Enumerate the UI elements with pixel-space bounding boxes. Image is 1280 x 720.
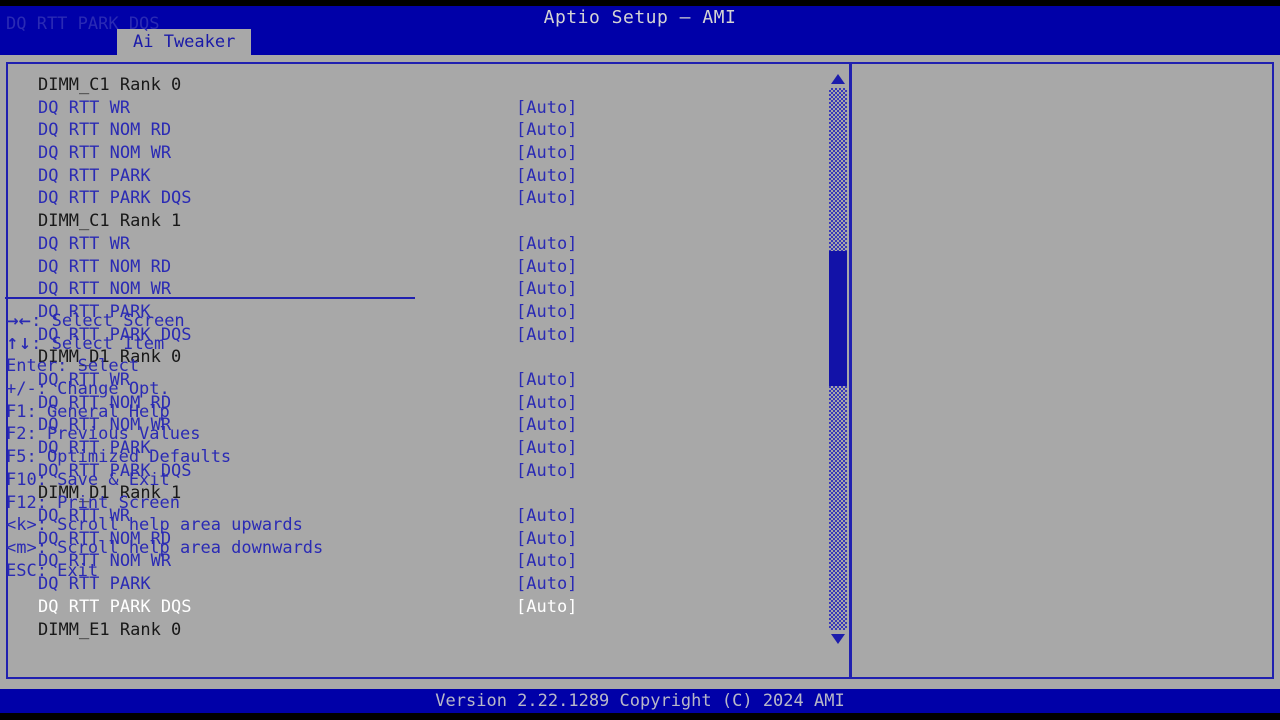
settings-row-label: DQ RTT NOM WR [38,143,172,164]
legend-row: Enter: Select [6,355,418,378]
settings-row[interactable]: DQ RTT PARK [Auto] [32,165,822,188]
settings-row-label: DQ RTT NOM RD [38,120,172,141]
help-panel [852,62,1274,679]
settings-row-value[interactable]: [Auto] [516,278,577,301]
legend-text: F10: Save & Exit [6,469,170,490]
settings-row-value[interactable]: [Auto] [516,573,577,596]
settings-row[interactable]: DQ RTT WR [Auto] [32,233,822,256]
settings-row-value[interactable]: [Auto] [516,256,577,279]
settings-row-value[interactable]: [Auto] [516,414,577,437]
settings-row-label: DQ RTT WR [38,97,131,118]
settings-row-value[interactable]: [Auto] [516,460,577,483]
legend-text: ESC: Exit [6,560,99,581]
settings-row-label: DQ RTT PARK [38,165,151,186]
legend-row: F2: Previous Values [6,423,418,446]
legend-row: ↑↓: Select Item [6,333,418,356]
settings-row[interactable]: DQ RTT PARK DQS [Auto] [32,187,822,210]
scrollbar-thumb[interactable] [829,250,847,387]
settings-scrollbar[interactable] [828,72,848,646]
key-legend: →←: Select Screen ↑↓: Select Item Enter: S… [6,310,418,582]
legend-text: +/-: Change Opt. [6,379,170,400]
legend-row: <m>: Scroll help area downwards [6,537,418,560]
settings-row-value[interactable]: [Auto] [516,97,577,120]
triangle-up-icon [831,74,845,84]
settings-row-value[interactable]: [Auto] [516,324,577,347]
legend-row: F12: Print Screen [6,492,418,515]
legend-text: <k>: Scroll help area upwards [6,515,303,536]
legend-row: F5: Optimized Defaults [6,446,418,469]
settings-row-label: DQ RTT PARK DQS [38,188,192,209]
legend-text: F2: Previous Values [6,424,201,445]
legend-text: : Select Screen [31,311,185,331]
legend-row: F1: General Help [6,401,418,424]
settings-row[interactable]: DQ RTT NOM WR [Auto] [32,142,822,165]
settings-row[interactable]: DQ RTT NOM RD [Auto] [32,119,822,142]
settings-row-value[interactable]: [Auto] [516,187,577,210]
legend-text: Enter: Select [6,356,140,377]
legend-row: ESC: Exit [6,560,418,583]
settings-row[interactable]: DQ RTT PARK DQS [Auto] [32,596,822,619]
settings-row-value[interactable]: [Auto] [516,165,577,188]
settings-group-header: DIMM_E1 Rank 0 [32,619,822,642]
settings-row-value[interactable]: [Auto] [516,550,577,573]
legend-text: F5: Optimized Defaults [6,447,232,468]
settings-row-value[interactable]: [Auto] [516,119,577,142]
scroll-up-arrow-button[interactable] [828,72,848,86]
footer-version: Version 2.22.1289 Copyright (C) 2024 AMI [435,691,845,711]
settings-row-label: DIMM_C1 Rank 0 [38,75,182,95]
settings-row-label: DIMM_E1 Rank 0 [38,619,182,640]
settings-row-value[interactable]: [Auto] [516,437,577,460]
scroll-down-arrow-button[interactable] [828,632,848,646]
settings-row-value[interactable]: [Auto] [516,233,577,256]
legend-text: F1: General Help [6,401,170,422]
settings-row-value[interactable]: [Auto] [516,528,577,551]
settings-row-value[interactable]: [Auto] [516,596,577,619]
settings-group-header: DIMM_C1 Rank 1 [32,210,822,233]
legend-text: : Select Item [31,333,165,354]
settings-row-value[interactable]: [Auto] [516,369,577,392]
bios-setup-screen: Aptio Setup – AMI Ai Tweaker DIMM_C1 Ran… [0,0,1280,720]
settings-row-value[interactable]: [Auto] [516,301,577,324]
legend-row: →←: Select Screen [6,310,418,333]
settings-row-value[interactable]: [Auto] [516,142,577,165]
help-description: DQ RTT PARK DQS [6,14,160,34]
settings-group-header: DIMM_C1 Rank 0 [32,74,822,97]
legend-text: F12: Print Screen [6,492,180,513]
triangle-down-icon [831,634,845,644]
settings-row-label: DIMM_C1 Rank 1 [38,211,182,232]
help-separator [5,297,415,299]
arrow-keys-icon: →← [6,312,32,330]
settings-row-value[interactable]: [Auto] [516,505,577,528]
settings-row-label: DQ RTT NOM RD [38,256,172,277]
legend-text: <m>: Scroll help area downwards [6,537,324,558]
legend-row: +/-: Change Opt. [6,378,418,401]
settings-row-value[interactable]: [Auto] [516,392,577,415]
arrow-keys-icon: ↑↓ [6,334,32,353]
settings-row-label: DQ RTT PARK DQS [38,596,192,617]
settings-row[interactable]: DQ RTT WR [Auto] [32,97,822,120]
legend-row: F10: Save & Exit [6,469,418,492]
settings-row-label: DQ RTT WR [38,233,131,254]
settings-row[interactable]: DQ RTT NOM RD [Auto] [32,256,822,279]
legend-row: <k>: Scroll help area upwards [6,514,418,537]
